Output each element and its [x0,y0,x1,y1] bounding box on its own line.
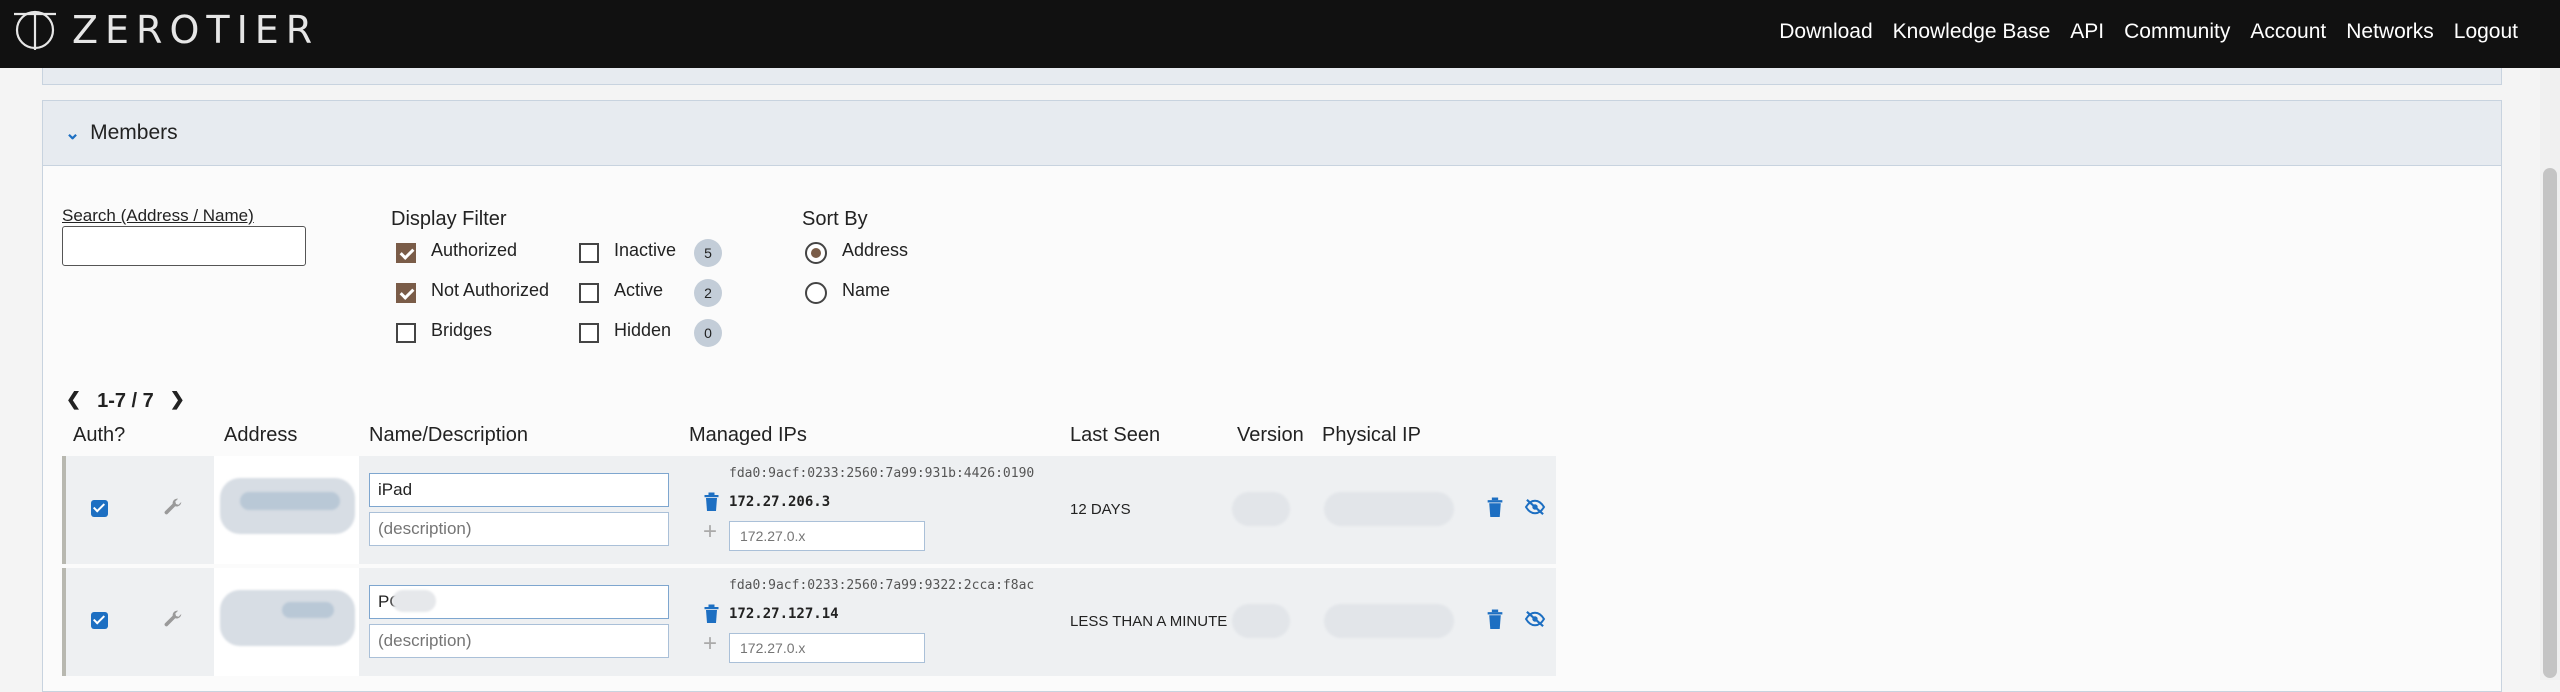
add-ip-input[interactable] [729,521,925,551]
sort-name-label: Name [842,280,891,300]
authorized-checkbox[interactable] [396,243,416,263]
authorized-label: Authorized [431,240,518,260]
row-authorize-checkbox[interactable] [91,612,108,629]
main-nav: Download Knowledge Base API Community Ac… [1759,20,2518,44]
inactive-count-badge: 5 [694,239,722,267]
managed-ipv4: 172.27.127.14 [729,606,839,622]
eye-off-icon[interactable] [1524,498,1546,516]
display-filter-label: Display Filter [391,208,507,230]
active-checkbox[interactable] [579,283,599,303]
eye-off-icon[interactable] [1524,610,1546,628]
name-redacted [392,590,436,612]
chevron-left-icon[interactable]: ❮ [66,389,81,410]
column-physical-ip: Physical IP [1322,424,1421,446]
version-redacted [1232,604,1290,638]
managed-ipv6: fda0:9acf:0233:2560:7a99:9322:2cca:f8ac [729,578,1035,593]
trash-icon[interactable] [703,492,720,512]
column-version: Version [1237,424,1304,446]
delete-member-icon[interactable] [1486,497,1504,518]
column-auth: Auth? [73,424,126,446]
physical-ip-redacted [1324,604,1454,638]
member-name-input[interactable] [369,473,669,507]
delete-member-icon[interactable] [1486,609,1504,630]
hidden-checkbox[interactable] [579,323,599,343]
page-scrollbar[interactable] [2540,68,2560,680]
auth-cell [66,456,214,564]
bridges-label: Bridges [431,320,493,340]
column-last-seen: Last Seen [1070,424,1161,446]
address-redacted-mark [282,602,334,618]
column-address: Address [224,424,298,446]
sort-address-label: Address [842,240,909,260]
hidden-label: Hidden [614,320,672,340]
bridges-checkbox[interactable] [396,323,416,343]
address-redacted-mark [240,492,340,510]
active-count-badge: 2 [694,279,722,307]
hidden-count-badge: 0 [694,319,722,347]
wrench-icon[interactable] [162,496,184,518]
not-authorized-label: Not Authorized [431,280,550,300]
sort-name-radio[interactable] [805,282,827,304]
pagination-range: 1-7 / 7 [97,390,154,412]
zerotier-logo[interactable]: ZEROTIER [12,8,319,52]
top-navbar: ZEROTIER Download Knowledge Base API Com… [0,0,2560,68]
previous-panel-bottom [42,68,2502,85]
active-label: Active [614,280,664,300]
search-label: Search (Address / Name) [62,206,254,225]
managed-ipv4: 172.27.206.3 [729,494,831,510]
member-description-input[interactable] [369,624,669,658]
zerotier-logo-icon [14,10,56,50]
pagination: ❮ 1-7 / 7 ❯ [66,388,185,412]
managed-ipv6: fda0:9acf:0233:2560:7a99:931b:4426:0190 [729,466,1035,481]
sort-address-radio[interactable] [805,242,827,264]
plus-icon[interactable]: + [703,520,717,544]
wrench-icon[interactable] [162,608,184,630]
nav-account[interactable]: Account [2250,20,2326,44]
nav-api[interactable]: API [2070,20,2104,44]
version-redacted [1232,492,1290,526]
chevron-down-icon[interactable]: ⌄ [65,123,80,144]
scrollbar-thumb[interactable] [2543,168,2557,678]
nav-download[interactable]: Download [1779,20,1872,44]
search-input[interactable] [62,226,306,266]
sort-by-label: Sort By [802,208,868,230]
auth-cell [66,568,214,676]
plus-icon[interactable]: + [703,632,717,656]
inactive-label: Inactive [614,240,677,260]
members-title: Members [90,121,178,144]
row-authorize-checkbox[interactable] [91,500,108,517]
members-panel-header[interactable]: ⌄ Members [43,101,2501,166]
chevron-right-icon[interactable]: ❯ [170,389,185,410]
nav-logout[interactable]: Logout [2454,20,2518,44]
last-seen-value: LESS THAN A MINUTE [1070,613,1228,630]
add-ip-input[interactable] [729,633,925,663]
address-redacted [220,590,355,646]
column-managed-ips: Managed IPs [689,424,807,446]
last-seen-value: 12 DAYS [1070,501,1131,518]
physical-ip-redacted [1324,492,1454,526]
brand-name: ZEROTIER [72,8,320,52]
inactive-checkbox[interactable] [579,243,599,263]
not-authorized-checkbox[interactable] [396,283,416,303]
nav-knowledge-base[interactable]: Knowledge Base [1893,20,2051,44]
nav-community[interactable]: Community [2124,20,2230,44]
column-name-description: Name/Description [369,424,528,446]
nav-networks[interactable]: Networks [2346,20,2434,44]
trash-icon[interactable] [703,604,720,624]
member-description-input[interactable] [369,512,669,546]
